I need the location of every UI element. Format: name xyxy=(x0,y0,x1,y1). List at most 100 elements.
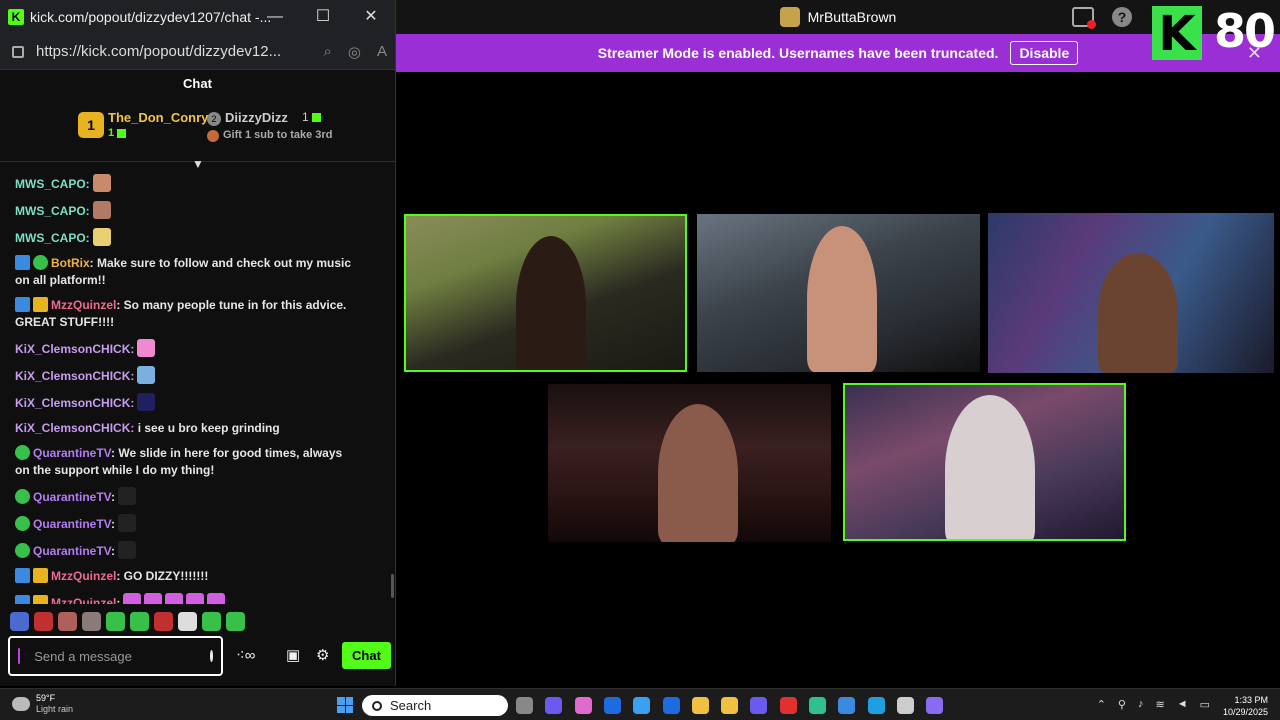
leader-2-name[interactable]: DiizzyDizz xyxy=(225,110,288,125)
message-input[interactable] xyxy=(34,648,211,664)
quick-emote-icon[interactable] xyxy=(226,612,245,631)
windows-taskbar: 59°F Light rain Search ⌃ ⚲ ♪ ≋ ◄ ▭ 1:33 … xyxy=(0,688,1280,720)
chat-message: QuarantineTV: xyxy=(15,487,360,506)
read-aloud-icon[interactable]: A xyxy=(377,43,387,60)
leader-1-name[interactable]: The_Don_Conry xyxy=(108,110,208,125)
gift-shop-icon[interactable]: ▣ xyxy=(286,646,300,664)
minimize-button[interactable]: — xyxy=(251,0,299,34)
taskbar-app-icon[interactable] xyxy=(779,697,797,714)
emote-icon xyxy=(186,593,205,604)
emote-icon xyxy=(92,201,111,219)
taskbar-app-icon[interactable] xyxy=(838,697,856,714)
quick-emote-icon[interactable] xyxy=(106,612,125,631)
settings-gear-icon[interactable]: ⚙ xyxy=(316,646,329,664)
taskbar-app-icon[interactable] xyxy=(574,697,592,714)
chat-message: MWS_CAPO: xyxy=(15,174,360,193)
chat-message: KiX_ClemsonCHICK: i see u bro keep grind… xyxy=(15,420,360,437)
emoji-picker-icon[interactable] xyxy=(210,650,213,662)
help-icon[interactable]: ? xyxy=(1112,7,1132,27)
quick-emote-icon[interactable] xyxy=(82,612,101,631)
emote-icon xyxy=(123,593,142,604)
chat-username[interactable]: QuarantineTV xyxy=(33,517,111,531)
quick-emote-icon[interactable] xyxy=(154,612,173,631)
popout-titlebar: K kick.com/popout/dizzydev1207/chat -...… xyxy=(0,0,395,34)
taskbar-app-icon[interactable] xyxy=(721,697,739,714)
chevron-up-icon[interactable]: ⌃ xyxy=(1097,698,1106,711)
chat-username[interactable]: BotRix xyxy=(51,256,90,270)
screen: { "popout": { "title": "kick.com/popout/… xyxy=(0,0,1280,720)
chat-scrollbar[interactable] xyxy=(391,574,394,598)
chat-username[interactable]: MWS_CAPO: xyxy=(15,177,90,191)
taskbar-app-icon[interactable] xyxy=(691,697,709,714)
battery-icon[interactable]: ▭ xyxy=(1200,698,1210,711)
leader-2-count: 1 xyxy=(302,110,321,124)
chat-username[interactable]: MzzQuinzel xyxy=(51,596,116,604)
wifi-icon[interactable]: ≋ xyxy=(1155,698,1164,711)
chat-input-box[interactable] xyxy=(8,636,223,676)
taskbar-app-icon[interactable] xyxy=(809,697,826,714)
gift-prompt: Gift 1 sub to take 3rd xyxy=(223,129,333,141)
video-tile-5[interactable] xyxy=(843,383,1126,541)
taskbar-app-icon[interactable] xyxy=(867,697,885,714)
quick-emote-icon[interactable] xyxy=(178,612,197,631)
video-tile-2[interactable] xyxy=(697,214,980,372)
chat-username[interactable]: MWS_CAPO: xyxy=(15,231,90,245)
system-tray: ⌃ ⚲ ♪ ≋ ◄ ▭ xyxy=(1097,698,1210,711)
quick-emote-icon[interactable] xyxy=(130,612,149,631)
chat-username[interactable]: KiX_ClemsonCHICK: xyxy=(15,369,134,383)
network-icon[interactable]: ⚲ xyxy=(1118,698,1126,711)
taskbar-app-icon[interactable] xyxy=(516,697,533,714)
microphone-tray-icon[interactable]: ♪ xyxy=(1138,698,1144,711)
chat-username[interactable]: QuarantineTV xyxy=(33,490,111,504)
record-icon[interactable] xyxy=(1072,7,1096,29)
quick-emote-icon[interactable] xyxy=(10,612,29,631)
leader-1-count-value: 1 xyxy=(108,127,115,139)
taskbar-app-icon[interactable] xyxy=(896,697,914,714)
lock-icon[interactable] xyxy=(12,45,24,58)
chat-username[interactable]: MzzQuinzel xyxy=(51,298,116,312)
quick-emote-icon[interactable] xyxy=(202,612,221,631)
chat-username[interactable]: KiX_ClemsonCHICK: xyxy=(15,396,134,410)
video-tile-3[interactable] xyxy=(988,213,1274,373)
moderator-badge-icon xyxy=(15,255,30,270)
zoom-icon[interactable]: ⌕ xyxy=(323,43,331,60)
windows-start-icon[interactable] xyxy=(337,697,353,713)
taskbar-app-icon[interactable] xyxy=(926,697,944,714)
taskbar-search-label: Search xyxy=(390,698,432,713)
chat-username[interactable]: QuarantineTV xyxy=(33,544,111,558)
maximize-button[interactable]: ☐ xyxy=(299,0,347,34)
microphone-icon[interactable] xyxy=(18,648,21,664)
close-window-button[interactable]: ✕ xyxy=(347,0,395,34)
emote-icon xyxy=(165,593,184,604)
taskbar-app-icon[interactable] xyxy=(603,697,621,714)
taskbar-clock[interactable]: 1:33 PM 10/29/2025 xyxy=(1223,694,1268,718)
video-tile-1[interactable] xyxy=(404,214,687,372)
send-chat-button[interactable]: Chat xyxy=(342,642,391,669)
chat-username[interactable]: MzzQuinzel xyxy=(51,569,116,583)
chat-username[interactable]: MWS_CAPO: xyxy=(15,204,90,218)
video-tile-4[interactable] xyxy=(548,384,831,542)
chat-username[interactable]: KiX_ClemsonCHICK: xyxy=(15,421,134,435)
emote-icon xyxy=(137,393,156,411)
weather-widget[interactable]: 59°F Light rain xyxy=(12,693,73,715)
chat-commands-icon[interactable]: ⁖∞ xyxy=(236,646,255,664)
url-text[interactable]: https://kick.com/popout/dizzydev12... xyxy=(36,43,307,60)
quick-emote-icon[interactable] xyxy=(58,612,77,631)
viewer-count: 80 xyxy=(1214,4,1276,58)
taskbar-app-icon[interactable] xyxy=(633,697,651,714)
chat-message: MzzQuinzel: xyxy=(15,593,360,604)
tracking-prevention-icon[interactable]: ◎ xyxy=(348,43,361,61)
disable-streamer-mode-button[interactable]: Disable xyxy=(1010,41,1079,65)
volume-icon[interactable]: ◄ xyxy=(1177,698,1188,711)
taskbar-app-icon[interactable] xyxy=(662,697,680,714)
address-bar[interactable]: https://kick.com/popout/dizzydev12... ⌕ … xyxy=(0,34,395,70)
weather-text: 59°F Light rain xyxy=(36,693,73,715)
chat-username[interactable]: KiX_ClemsonCHICK: xyxy=(15,342,134,356)
chat-username[interactable]: QuarantineTV xyxy=(33,446,111,460)
emote-icon xyxy=(137,366,156,384)
emote-icon xyxy=(118,514,137,532)
taskbar-search[interactable]: Search xyxy=(362,695,508,716)
quick-emote-icon[interactable] xyxy=(34,612,53,631)
taskbar-app-icon[interactable] xyxy=(750,697,768,714)
taskbar-app-icon[interactable] xyxy=(545,697,563,714)
